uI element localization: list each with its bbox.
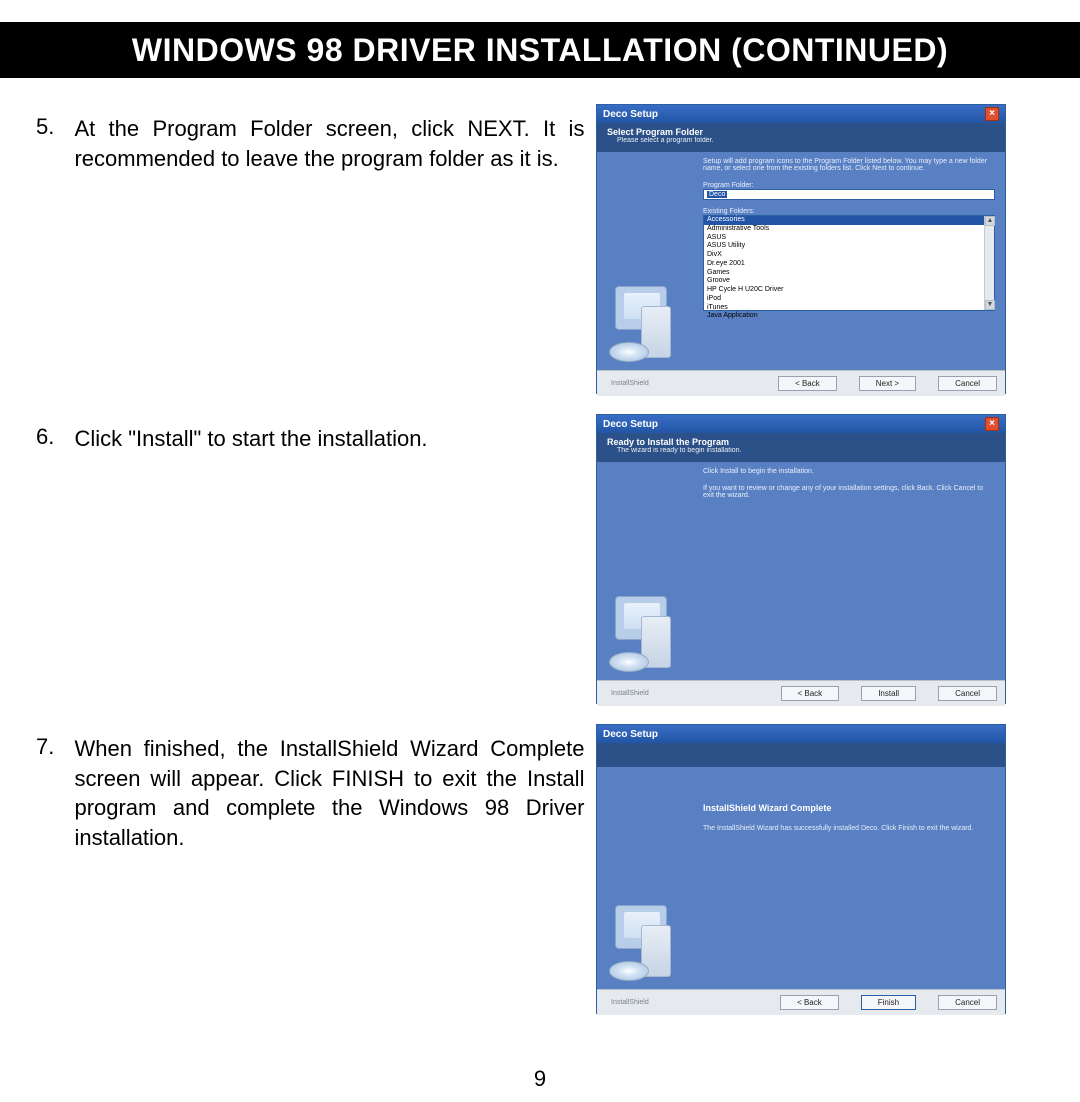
step-5-text: At the Program Folder screen, click NEXT… — [74, 114, 584, 173]
wizard-side-graphic — [607, 903, 689, 983]
ready-line2: If you want to review or change any of y… — [703, 485, 995, 499]
list-item[interactable]: iPod — [704, 295, 994, 304]
list-item[interactable]: Dr.eye 2001 — [704, 260, 994, 269]
cancel-button[interactable]: Cancel — [938, 686, 997, 701]
page-number: 9 — [0, 1066, 1080, 1092]
back-button[interactable]: < Back — [778, 376, 837, 391]
list-item[interactable]: Java Application — [704, 312, 994, 321]
wizard-header-title: Ready to Install the Program — [607, 437, 995, 447]
step-7: 7. When finished, the InstallShield Wiza… — [36, 724, 1044, 1014]
list-item[interactable]: HP Cycle H U20C Driver — [704, 286, 994, 295]
complete-title: InstallShield Wizard Complete — [703, 803, 995, 813]
ready-line1: Click Install to begin the installation. — [703, 468, 995, 475]
list-item[interactable]: DivX — [704, 251, 994, 260]
install-button[interactable]: Install — [861, 686, 916, 701]
step-5-number: 5. — [36, 114, 70, 140]
step-7-number: 7. — [36, 734, 70, 760]
program-folder-label: Program Folder: — [703, 182, 995, 189]
cancel-button[interactable]: Cancel — [938, 995, 997, 1010]
complete-text: The InstallShield Wizard has successfull… — [703, 825, 995, 832]
back-button[interactable]: < Back — [781, 686, 840, 701]
list-item[interactable]: ASUS Utility — [704, 242, 994, 251]
window-title: Deco Setup — [603, 109, 658, 120]
installshield-brand: InstallShield — [605, 690, 759, 697]
existing-folders-list[interactable]: Accessories Administrative Tools ASUS AS… — [703, 215, 995, 311]
wizard-header-subtitle: Please select a program folder. — [607, 137, 995, 144]
back-button[interactable]: < Back — [780, 995, 839, 1010]
close-icon[interactable]: × — [985, 107, 999, 121]
wizard-header-subtitle: The wizard is ready to begin installatio… — [607, 447, 995, 454]
list-item[interactable]: Accessories — [704, 216, 994, 225]
list-item[interactable]: iTunes — [704, 304, 994, 313]
installshield-brand: InstallShield — [605, 380, 756, 387]
close-icon[interactable]: × — [985, 417, 999, 431]
installshield-brand: InstallShield — [605, 999, 758, 1006]
wizard-header-title: Select Program Folder — [607, 127, 995, 137]
list-item[interactable]: Administrative Tools — [704, 225, 994, 234]
wizard-side-graphic — [607, 594, 689, 674]
screenshot-step6: Deco Setup × Ready to Install the Progra… — [596, 414, 1006, 704]
wizard-intro-text: Setup will add program icons to the Prog… — [703, 158, 995, 172]
program-folder-input[interactable]: Deco — [703, 189, 995, 200]
list-item[interactable]: Groove — [704, 277, 994, 286]
screenshot-step7: Deco Setup InstallShield Wizard Complete… — [596, 724, 1006, 1014]
list-item[interactable]: ASUS — [704, 234, 994, 243]
list-item[interactable]: Games — [704, 269, 994, 278]
screenshot-step5: Deco Setup × Select Program Folder Pleas… — [596, 104, 1006, 394]
existing-folders-label: Existing Folders: — [703, 208, 995, 215]
scroll-up-icon[interactable]: ▲ — [985, 216, 995, 226]
page-title-bar: WINDOWS 98 DRIVER INSTALLATION (CONTINUE… — [0, 22, 1080, 78]
step-6: 6. Click "Install" to start the installa… — [36, 414, 1044, 704]
scrollbar[interactable]: ▲ ▼ — [984, 216, 994, 310]
cancel-button[interactable]: Cancel — [938, 376, 997, 391]
step-5: 5. At the Program Folder screen, click N… — [36, 104, 1044, 394]
wizard-header-empty — [597, 743, 1005, 767]
step-6-text: Click "Install" to start the installatio… — [74, 424, 584, 454]
step-7-text: When finished, the InstallShield Wizard … — [74, 734, 584, 853]
window-title: Deco Setup — [603, 729, 658, 740]
page-title: WINDOWS 98 DRIVER INSTALLATION (CONTINUE… — [132, 32, 948, 69]
next-button[interactable]: Next > — [859, 376, 916, 391]
wizard-side-graphic — [607, 284, 689, 364]
step-6-number: 6. — [36, 424, 70, 450]
finish-button[interactable]: Finish — [861, 995, 916, 1010]
window-title: Deco Setup — [603, 419, 658, 430]
scroll-down-icon[interactable]: ▼ — [985, 300, 995, 310]
